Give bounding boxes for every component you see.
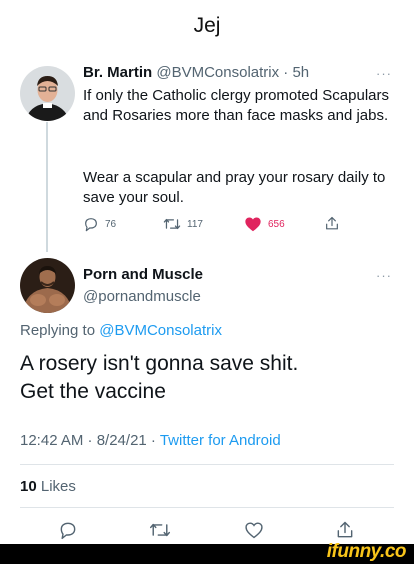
reply-author-handle[interactable]: @pornandmuscle bbox=[83, 288, 201, 305]
reply-tweet-text-2: Get the vaccine bbox=[20, 380, 166, 403]
br-martin-avatar[interactable] bbox=[20, 66, 75, 121]
share-icon bbox=[326, 216, 338, 230]
retweet-button[interactable] bbox=[149, 520, 171, 545]
likes-summary[interactable]: 10 Likes bbox=[20, 478, 76, 495]
parent-like-count: 656 bbox=[268, 218, 285, 230]
reply-author-name[interactable]: Porn and Muscle bbox=[83, 266, 203, 283]
divider-bottom bbox=[20, 507, 394, 508]
reply-icon bbox=[85, 218, 97, 232]
replying-to-mention[interactable]: @BVMConsolatrix bbox=[99, 322, 222, 339]
parent-author-handle[interactable]: @BVMConsolatrix bbox=[156, 64, 279, 81]
avatar-photo-icon bbox=[20, 66, 75, 121]
parent-tweet-time[interactable]: · 5h bbox=[283, 64, 309, 81]
reply-tweet-text: A rosery isn't gonna save shit. Get the … bbox=[20, 350, 400, 406]
tweet-meta: 12:42 AM · 8/24/21 · Twitter for Android bbox=[20, 432, 281, 449]
reply-more-button[interactable]: ··· bbox=[376, 268, 392, 283]
reply-tweet-text-1: A rosery isn't gonna save shit. bbox=[20, 352, 299, 375]
reply-icon bbox=[60, 522, 76, 540]
heart-outline-icon bbox=[245, 522, 263, 539]
parent-tweet-text-1: If only the Catholic clergy promoted Sca… bbox=[83, 87, 389, 124]
parent-reply-count: 76 bbox=[105, 218, 117, 230]
ifunny-watermark: ifunny.co bbox=[326, 541, 407, 562]
avatar-photo-icon bbox=[20, 258, 75, 313]
thread-connector-line bbox=[46, 122, 48, 252]
parent-author-line[interactable]: Br. Martin @BVMConsolatrix · 5h bbox=[83, 64, 309, 81]
tweet-source-link[interactable]: Twitter for Android bbox=[160, 432, 281, 449]
like-button[interactable] bbox=[244, 520, 264, 545]
likes-label: Likes bbox=[40, 478, 76, 495]
parent-tweet-text-2: Wear a scapular and pray your rosary dai… bbox=[83, 169, 386, 206]
parent-like-button[interactable]: 656 bbox=[244, 216, 285, 232]
porn-and-muscle-avatar[interactable] bbox=[20, 258, 75, 313]
retweet-icon bbox=[149, 523, 171, 537]
replying-to-prefix: Replying to bbox=[20, 322, 96, 339]
parent-retweet-button[interactable]: 117 bbox=[163, 216, 203, 232]
parent-more-button[interactable]: ··· bbox=[376, 66, 392, 81]
share-icon bbox=[337, 521, 353, 538]
heart-filled-icon bbox=[245, 217, 261, 232]
tweet-timestamp[interactable]: 12:42 AM · 8/24/21 · bbox=[20, 432, 160, 449]
meme-caption: Jej bbox=[193, 14, 221, 37]
reply-button[interactable] bbox=[58, 520, 78, 545]
retweet-icon bbox=[163, 218, 181, 230]
parent-retweet-count: 117 bbox=[187, 218, 203, 230]
likes-count: 10 bbox=[20, 478, 37, 495]
divider-top bbox=[20, 464, 394, 465]
replying-to-line: Replying to @BVMConsolatrix bbox=[20, 322, 222, 339]
parent-author-name[interactable]: Br. Martin bbox=[83, 64, 152, 81]
parent-share-button[interactable] bbox=[324, 215, 340, 232]
parent-reply-button[interactable]: 76 bbox=[83, 216, 116, 232]
